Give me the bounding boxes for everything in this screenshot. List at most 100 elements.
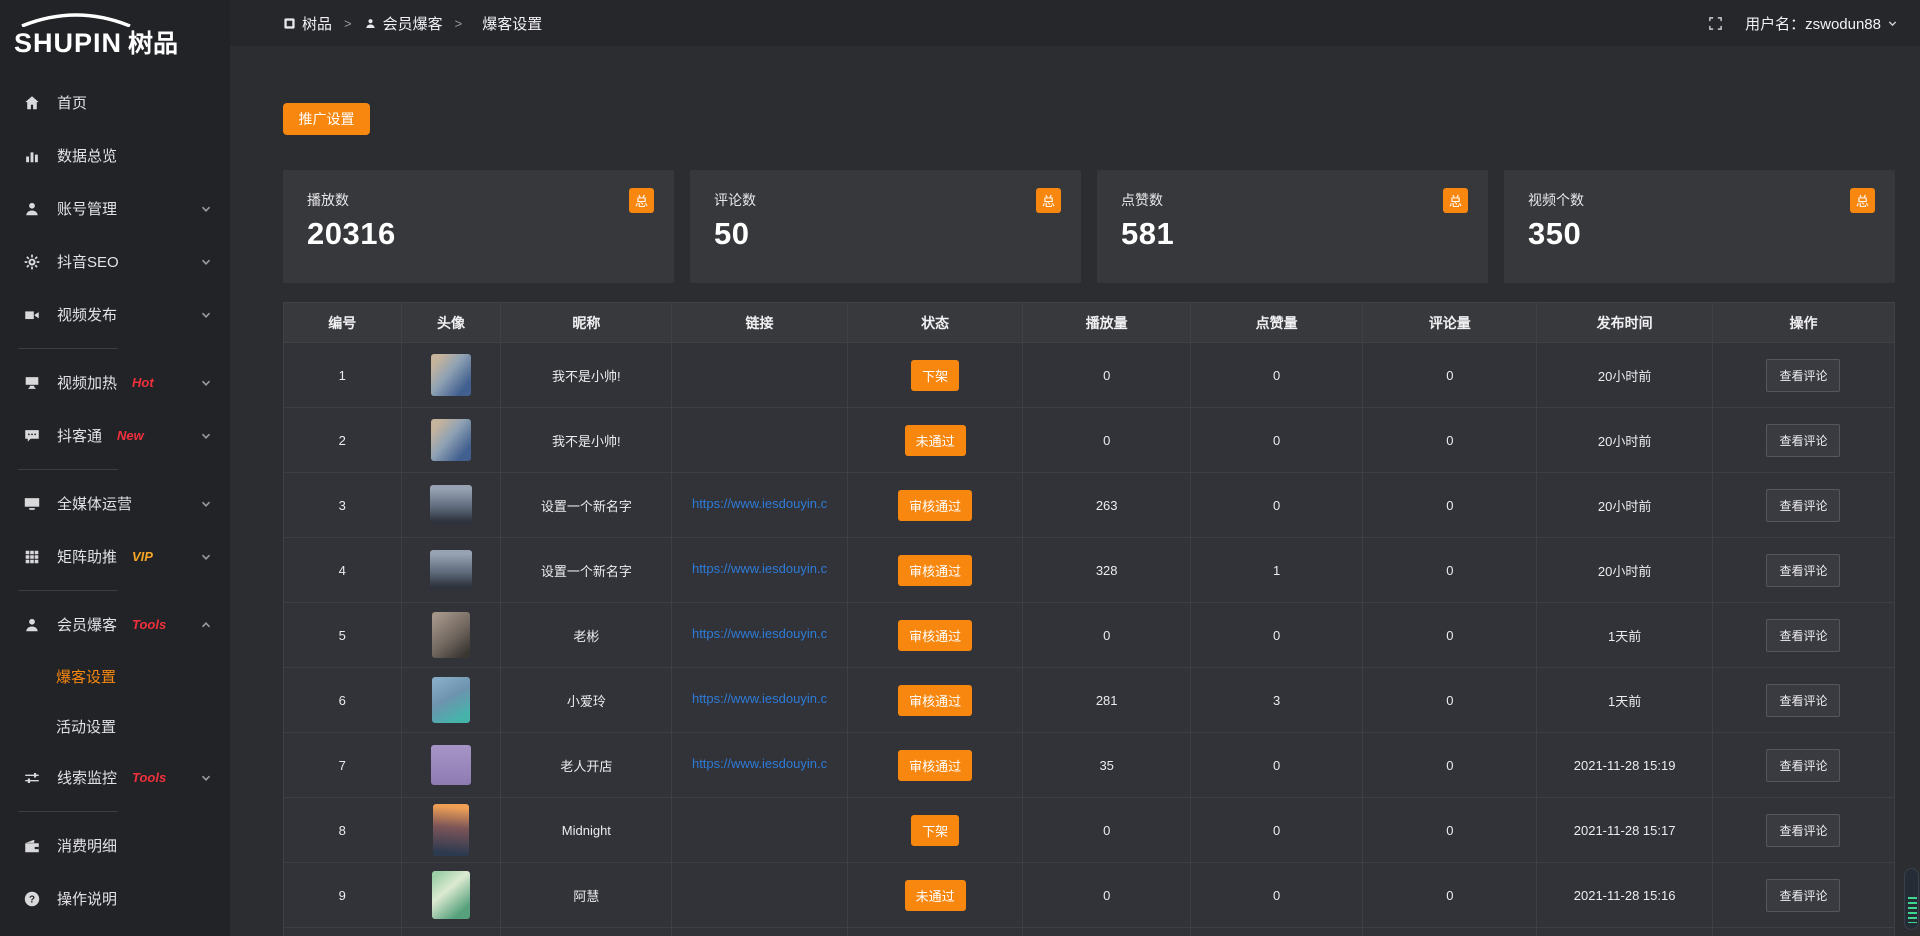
heat-icon xyxy=(22,373,42,393)
cell-comments: 0 xyxy=(1363,733,1537,798)
status-badge[interactable]: 下架 xyxy=(911,360,959,391)
avatar xyxy=(430,550,472,590)
sidebar-item-home[interactable]: 首页 xyxy=(0,76,230,129)
sidebar-item-spend-details[interactable]: 消费明细 xyxy=(0,819,230,872)
content-area: 推广设置 播放数 20316 总 评论数 50 总 点赞数 581 总 视频个数… xyxy=(230,46,1920,936)
sidebar-item-douyin-seo[interactable]: 抖音SEO xyxy=(0,235,230,288)
stat-value: 581 xyxy=(1121,216,1466,252)
status-badge[interactable]: 审核通过 xyxy=(898,750,972,781)
sidebar-divider xyxy=(18,590,118,591)
hot-tag: Hot xyxy=(132,375,154,390)
view-comments-button[interactable]: 查看评论 xyxy=(1766,424,1840,457)
table-row: 1 我不是小帅! 下架 0 0 0 20小时前 查看评论 xyxy=(284,343,1895,408)
sidebar-item-data-overview[interactable]: 数据总览 xyxy=(0,129,230,182)
matrix-icon xyxy=(22,547,42,567)
cell-likes: 0 xyxy=(1190,473,1362,538)
video-link[interactable]: https://www.iesdouyin.c xyxy=(692,691,827,706)
user-dropdown[interactable]: 用户名：zswodun88 xyxy=(1745,13,1898,34)
chevron-down-icon xyxy=(1887,18,1898,29)
cell-id: 1 xyxy=(284,343,402,408)
status-badge[interactable]: 未通过 xyxy=(905,425,966,456)
sidebar-item-video-publish[interactable]: 视频发布 xyxy=(0,288,230,341)
chevron-down-icon xyxy=(200,377,212,389)
table-row-partial xyxy=(284,928,1895,936)
svg-text:?: ? xyxy=(29,894,35,905)
sidebar-item-video-heat[interactable]: 视频加热 Hot xyxy=(0,356,230,409)
col-header-avatar: 头像 xyxy=(401,303,501,343)
sidebar-item-douketong[interactable]: 抖客通 New xyxy=(0,409,230,462)
sidebar-item-clue-monitor[interactable]: 线索监控 Tools xyxy=(0,751,230,804)
cell-nickname: 我不是小帅! xyxy=(501,408,672,473)
status-badge[interactable]: 下架 xyxy=(911,815,959,846)
brand-logo[interactable]: SHUPIN 树品 xyxy=(0,6,230,66)
chevron-down-icon xyxy=(200,551,212,563)
status-badge[interactable]: 审核通过 xyxy=(898,490,972,521)
sidebar-divider xyxy=(18,348,118,349)
question-icon: ? xyxy=(22,889,42,909)
view-comments-button[interactable]: 查看评论 xyxy=(1766,879,1840,912)
view-comments-button[interactable]: 查看评论 xyxy=(1766,489,1840,522)
total-badge: 总 xyxy=(629,188,654,213)
view-comments-button[interactable]: 查看评论 xyxy=(1766,749,1840,782)
status-badge[interactable]: 审核通过 xyxy=(898,555,972,586)
sidebar-item-instructions[interactable]: ? 操作说明 xyxy=(0,872,230,925)
sidebar-menu: 首页 数据总览 账号管理 抖音SEO 视频发布 视频加热 Hot xyxy=(0,76,230,925)
view-comments-button[interactable]: 查看评论 xyxy=(1766,684,1840,717)
status-badge[interactable]: 审核通过 xyxy=(898,620,972,651)
cell-time: 2021-11-28 15:17 xyxy=(1537,798,1713,863)
wallet-icon xyxy=(22,836,42,856)
sidebar: SHUPIN 树品 首页 数据总览 账号管理 抖音SEO 视频发布 xyxy=(0,0,230,936)
video-link[interactable]: https://www.iesdouyin.c xyxy=(692,626,827,641)
cell-comments: 0 xyxy=(1363,408,1537,473)
sliders-icon xyxy=(22,768,42,788)
floating-widget[interactable] xyxy=(1904,868,1919,930)
breadcrumb-item-member-baoke[interactable]: 会员爆客 xyxy=(364,13,443,34)
breadcrumb-item-shupin[interactable]: 树品 xyxy=(283,13,332,34)
stat-cards: 播放数 20316 总 评论数 50 总 点赞数 581 总 视频个数 350 … xyxy=(283,170,1895,283)
stat-card-plays: 播放数 20316 总 xyxy=(283,170,674,283)
col-header-status: 状态 xyxy=(847,303,1023,343)
cell-nickname: 小爱玲 xyxy=(501,668,672,733)
status-badge[interactable]: 审核通过 xyxy=(898,685,972,716)
col-header-link: 链接 xyxy=(672,303,848,343)
view-comments-button[interactable]: 查看评论 xyxy=(1766,359,1840,392)
topbar-right: 用户名：zswodun88 xyxy=(1708,13,1898,34)
avatar xyxy=(433,804,469,856)
sidebar-item-matrix-boost[interactable]: 矩阵助推 VIP xyxy=(0,530,230,583)
chevron-down-icon xyxy=(200,309,212,321)
sidebar-subitem-baoke-settings[interactable]: 爆客设置 xyxy=(0,651,230,701)
avatar xyxy=(431,745,471,785)
sidebar-subitem-activity-settings[interactable]: 活动设置 xyxy=(0,701,230,751)
view-comments-button[interactable]: 查看评论 xyxy=(1766,554,1840,587)
total-badge: 总 xyxy=(1036,188,1061,213)
window-icon xyxy=(283,17,296,30)
vip-tag: VIP xyxy=(132,549,153,564)
cell-plays: 0 xyxy=(1023,408,1191,473)
cell-id: 9 xyxy=(284,863,402,928)
col-header-plays: 播放量 xyxy=(1023,303,1191,343)
cell-nickname: 设置一个新名字 xyxy=(501,538,672,603)
sidebar-item-label: 操作说明 xyxy=(57,888,117,909)
sidebar-item-member-baoke[interactable]: 会员爆客 Tools xyxy=(0,598,230,651)
video-link[interactable]: https://www.iesdouyin.c xyxy=(692,561,827,576)
cell-id: 3 xyxy=(284,473,402,538)
fullscreen-icon[interactable] xyxy=(1708,16,1723,31)
person-icon xyxy=(364,17,377,30)
table-row: 9 阿慧 未通过 0 0 0 2021-11-28 15:16 查看评论 xyxy=(284,863,1895,928)
sidebar-item-account[interactable]: 账号管理 xyxy=(0,182,230,235)
sidebar-item-omni-media[interactable]: 全媒体运营 xyxy=(0,477,230,530)
cell-id: 8 xyxy=(284,798,402,863)
promo-settings-button[interactable]: 推广设置 xyxy=(283,103,370,135)
sidebar-item-label: 线索监控 xyxy=(57,767,117,788)
cell-id: 6 xyxy=(284,668,402,733)
sidebar-item-label: 视频加热 xyxy=(57,372,117,393)
status-badge[interactable]: 未通过 xyxy=(905,880,966,911)
video-link[interactable]: https://www.iesdouyin.c xyxy=(692,756,827,771)
sidebar-item-label: 抖音SEO xyxy=(57,251,119,272)
view-comments-button[interactable]: 查看评论 xyxy=(1766,814,1840,847)
cell-plays: 281 xyxy=(1023,668,1191,733)
video-link[interactable]: https://www.iesdouyin.c xyxy=(692,496,827,511)
view-comments-button[interactable]: 查看评论 xyxy=(1766,619,1840,652)
sidebar-item-label: 消费明细 xyxy=(57,835,117,856)
cell-nickname: Midnight xyxy=(501,798,672,863)
